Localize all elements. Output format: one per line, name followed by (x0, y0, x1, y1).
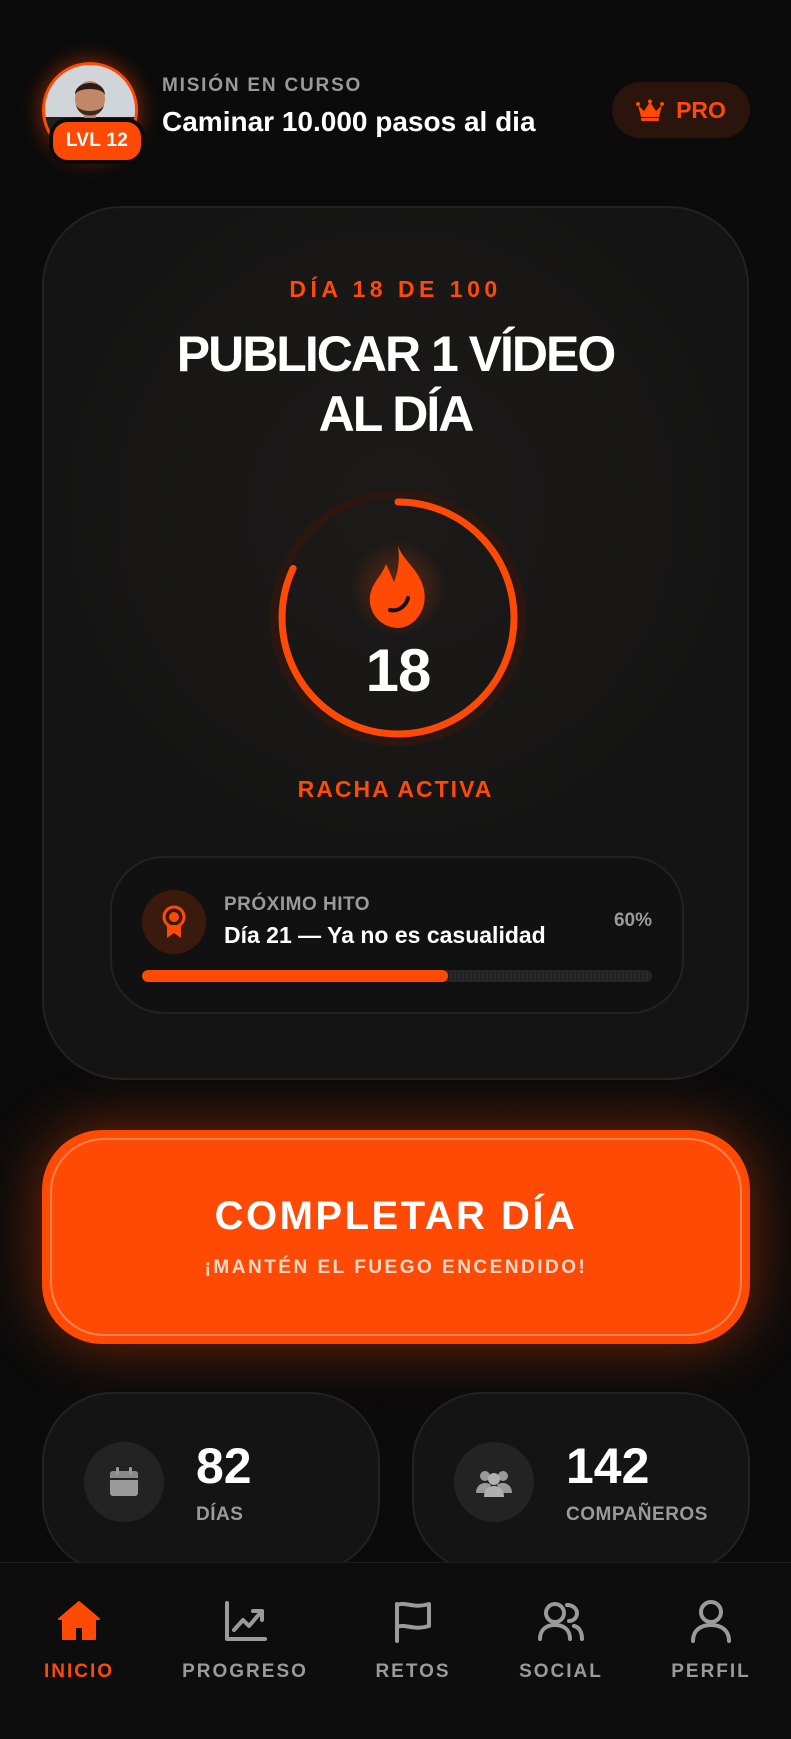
bottom-nav: INICIO PROGRESO RETOS SOCIAL PERFIL (0, 1562, 791, 1739)
stat-companions[interactable]: 142 COMPAÑEROS (412, 1392, 750, 1572)
milestone-percent: 60% (613, 910, 652, 931)
nav-item-progreso[interactable]: PROGRESO (160, 1599, 330, 1683)
cta-title: COMPLETAR DÍA (214, 1194, 578, 1238)
level-badge: LVL 12 (49, 118, 145, 164)
streak-count: 18 (365, 637, 432, 704)
header: LVL 12 MISIÓN EN CURSO Caminar 10.000 pa… (42, 62, 750, 172)
cta-subtitle: ¡MANTÉN EL FUEGO ENCENDIDO! (204, 1257, 588, 1278)
nav-item-perfil[interactable]: PERFIL (626, 1599, 791, 1683)
flag-icon (395, 1601, 431, 1643)
milestone-progress-bar (142, 970, 652, 982)
user-icon (691, 1600, 731, 1643)
mission-label: MISIÓN EN CURSO (162, 75, 363, 96)
streak-label: RACHA ACTIVA (297, 776, 494, 802)
home-icon (58, 1601, 100, 1640)
stat-days[interactable]: 82 DÍAS (42, 1392, 380, 1572)
day-counter: DÍA 18 DE 100 (289, 276, 502, 302)
mission-title: Caminar 10.000 pasos al dia (162, 106, 536, 137)
complete-day-button[interactable]: COMPLETAR DÍA ¡MANTÉN EL FUEGO ENCENDIDO… (42, 1130, 750, 1344)
users-icon (538, 1602, 584, 1641)
nav-label-social: SOCIAL (519, 1661, 603, 1682)
pro-label: PRO (676, 96, 726, 123)
profile-avatar[interactable]: LVL 12 (42, 62, 145, 164)
stat-companions-value: 142 (566, 1438, 650, 1494)
nav-label-perfil: PERFIL (671, 1661, 751, 1682)
app-screen: LVL 12 MISIÓN EN CURSO Caminar 10.000 pa… (0, 0, 791, 1739)
current-mission: MISIÓN EN CURSO Caminar 10.000 pasos al … (162, 74, 536, 140)
nav-item-social[interactable]: SOCIAL (476, 1599, 646, 1683)
milestone-progress-fill (142, 970, 448, 982)
next-milestone[interactable]: PRÓXIMO HITO Día 21 — Ya no es casualida… (110, 856, 684, 1014)
challenge-title: PUBLICAR 1 VÍDEO AL DÍA (84, 324, 707, 444)
milestone-label: PRÓXIMO HITO (224, 894, 371, 915)
nav-item-inicio[interactable]: INICIO (0, 1599, 164, 1683)
challenge-title-line1: PUBLICAR 1 VÍDEO (176, 326, 617, 382)
nav-label-progreso: PROGRESO (182, 1661, 308, 1682)
pro-button[interactable]: PRO (612, 82, 750, 138)
calendar-icon (84, 1442, 164, 1522)
milestone-title: Día 21 — Ya no es casualidad (224, 922, 546, 948)
challenge-title-line2: AL DÍA (318, 386, 475, 442)
nav-item-retos[interactable]: RETOS (328, 1599, 498, 1683)
award-icon (142, 890, 206, 954)
nav-label-inicio: INICIO (43, 1661, 115, 1682)
chart-icon (225, 1601, 267, 1641)
stat-days-value: 82 (196, 1438, 252, 1494)
nav-label-retos: RETOS (375, 1661, 451, 1682)
challenge-card: DÍA 18 DE 100 PUBLICAR 1 VÍDEO AL DÍA 18… (42, 206, 749, 1080)
stat-days-label: DÍAS (196, 1504, 244, 1525)
flame-icon (369, 546, 425, 628)
stat-companions-label: COMPAÑEROS (566, 1504, 708, 1525)
group-icon (454, 1442, 534, 1522)
crown-icon (636, 99, 665, 121)
streak-ring: 18 (268, 488, 528, 748)
